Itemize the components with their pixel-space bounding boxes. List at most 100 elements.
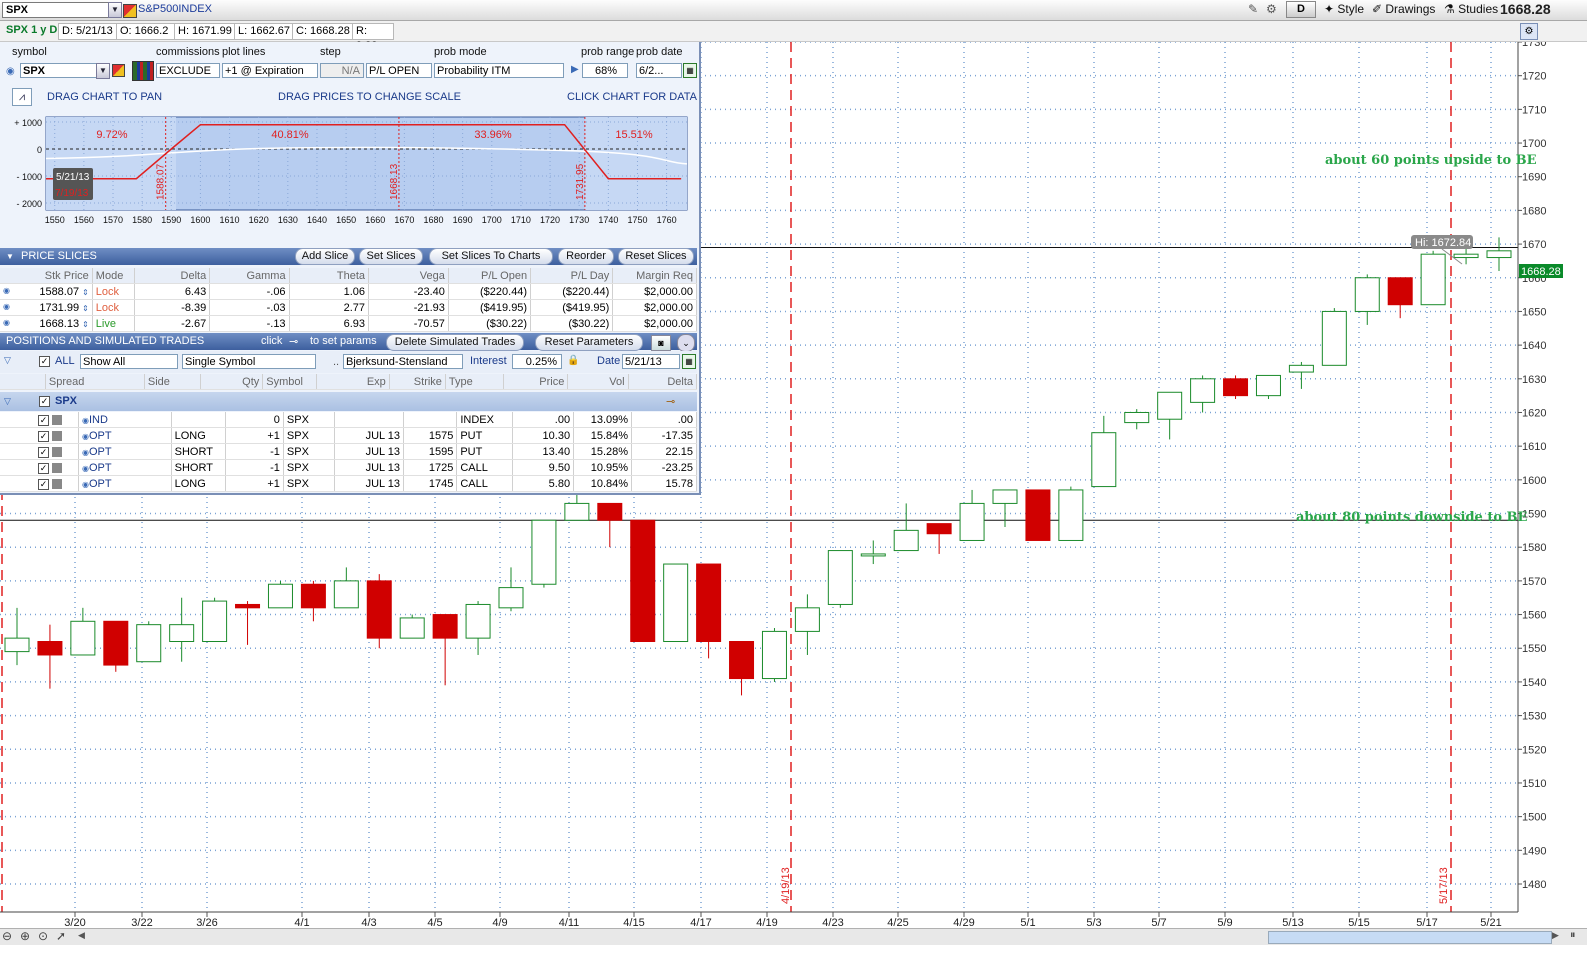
grid-icon[interactable] xyxy=(132,61,154,81)
slice-radio-icon[interactable]: ◉ xyxy=(3,302,10,311)
spread-radio-icon[interactable]: ◉ xyxy=(82,416,89,425)
position-controls[interactable]: ✓ xyxy=(0,412,79,428)
interest-input[interactable]: 0.25% xyxy=(512,354,562,369)
position-checkbox[interactable]: ✓ xyxy=(38,478,49,490)
slice-row[interactable]: ◉ 1668.13 ⇕ Live -2.67 -.13 6.93 -70.57 ($30.22)… xyxy=(0,315,697,332)
group-row[interactable]: ▽ ✓ SPX ⊸ xyxy=(0,392,697,411)
cursor-icon[interactable]: ➚ xyxy=(56,929,66,943)
expand-icon[interactable]: ⌄ xyxy=(677,334,695,352)
add-slice-button[interactable]: Add Slice xyxy=(295,248,355,265)
position-checkbox[interactable]: ✓ xyxy=(38,430,49,442)
radio-icon[interactable]: ◉ xyxy=(6,66,15,77)
slice-row[interactable]: ◉ 1731.99 ⇕ Lock -8.39 -.03 2.77 -21.93 ($419.95… xyxy=(0,299,697,316)
risk-profile-chart[interactable]: + 1000 0 - 1000 - 2000 1550 1560 1570 1580 1590… xyxy=(0,112,699,230)
slice-row[interactable]: ◉ 1588.07 ⇕ Lock 6.43 -.06 1.06 -23.40 ($220.44)… xyxy=(0,283,697,300)
prob-mode-select[interactable]: Probability ITM xyxy=(434,63,564,78)
wrench-icon[interactable]: ⚙ xyxy=(1266,2,1282,16)
position-cell[interactable]: ◉IND xyxy=(78,412,172,428)
position-row[interactable]: ✓ ◉IND 0 SPX INDEX .00 13.09% .00 xyxy=(0,412,697,428)
scrollbar-thumb[interactable] xyxy=(1268,931,1552,944)
zoom-fit-icon[interactable]: ⊙ xyxy=(38,929,48,943)
slice-spinner-icon[interactable]: ⇕ xyxy=(82,320,89,329)
calendar-icon[interactable]: ▦ xyxy=(683,63,697,78)
spread-radio-icon[interactable]: ◉ xyxy=(82,432,89,441)
date-input[interactable]: 5/21/13 xyxy=(622,354,680,369)
position-color-icon[interactable] xyxy=(52,446,63,457)
symbol-dropdown-icon[interactable]: ▼ xyxy=(108,2,122,18)
position-row[interactable]: ✓ ◉OPT LONG +1 SPX JUL 13 1745 CALL 5.80 10.84% 1… xyxy=(0,475,697,492)
params-icon[interactable]: ⊸ xyxy=(289,335,298,348)
reset-parameters-button[interactable]: Reset Parameters xyxy=(535,334,643,351)
link-icon[interactable] xyxy=(112,64,125,77)
pin-icon[interactable]: ✎ xyxy=(1248,2,1264,16)
position-row[interactable]: ✓ ◉OPT LONG +1 SPX JUL 13 1575 PUT 10.30 15.84% -… xyxy=(0,427,697,444)
spread-radio-icon[interactable]: ◉ xyxy=(82,448,89,457)
position-checkbox[interactable]: ✓ xyxy=(38,414,49,426)
zoom-out-icon[interactable]: ⊖ xyxy=(2,929,12,943)
position-checkbox[interactable]: ✓ xyxy=(38,462,49,474)
spread-radio-icon[interactable]: ◉ xyxy=(82,464,89,473)
slice-radio-icon[interactable]: ◉ xyxy=(3,286,10,295)
pl-mode-select[interactable]: P/L OPEN xyxy=(366,63,432,78)
step-input[interactable]: N/A xyxy=(320,63,364,78)
prob-date-input[interactable]: 6/2... xyxy=(636,63,682,78)
filter-collapse-icon[interactable]: ▽ xyxy=(4,355,11,366)
slice-price-cell[interactable]: ◉ 1588.07 ⇕ xyxy=(0,283,93,300)
position-controls[interactable]: ✓ xyxy=(0,443,79,460)
prob-range-input[interactable]: 68% xyxy=(582,63,628,78)
play-icon[interactable]: ▶ xyxy=(571,64,579,75)
position-cell[interactable]: ◉OPT xyxy=(78,459,172,476)
reorder-button[interactable]: Reorder xyxy=(558,248,614,265)
position-row[interactable]: ✓ ◉OPT SHORT -1 SPX JUL 13 1595 PUT 13.40 15.28%… xyxy=(0,443,697,460)
slice-mode-cell[interactable]: Lock xyxy=(92,283,135,300)
style-button[interactable]: ✦ Style xyxy=(1320,1,1368,17)
collapse-icon[interactable]: ▼ xyxy=(6,252,14,261)
position-checkbox[interactable]: ✓ xyxy=(38,446,49,458)
slice-spinner-icon[interactable]: ⇕ xyxy=(82,288,89,297)
chart-mode-icon[interactable]: ⩘ xyxy=(12,88,32,106)
spread-radio-icon[interactable]: ◉ xyxy=(82,480,89,489)
group-collapse-icon[interactable]: ▽ xyxy=(4,396,11,407)
group-checkbox[interactable]: ✓ xyxy=(39,396,50,407)
reset-slices-button[interactable]: Reset Slices xyxy=(618,248,694,265)
commissions-select[interactable]: EXCLUDE xyxy=(156,63,220,78)
show-filter-select[interactable]: Show All xyxy=(80,354,178,369)
position-color-icon[interactable] xyxy=(52,462,63,473)
scroll-left-icon[interactable]: ◀ xyxy=(78,930,85,941)
position-color-icon[interactable] xyxy=(52,430,63,441)
settings-icon[interactable]: ⚙ xyxy=(1520,23,1538,40)
price-axis[interactable]: 1480 1490 1500 1510 1520 1530 1540 1550 1560 1570… xyxy=(1517,42,1546,912)
lock-icon[interactable]: 🔒 xyxy=(567,355,579,366)
date-axis[interactable]: 3/20 3/22 3/26 4/1 4/3 4/5 4/9 4/11 4/15 4/17 4/19… xyxy=(0,911,1518,929)
position-row[interactable]: ✓ ◉OPT SHORT -1 SPX JUL 13 1725 CALL 9.50 10.95%… xyxy=(0,459,697,476)
position-cell[interactable]: ◉OPT xyxy=(78,443,172,460)
analyzer-symbol-input[interactable]: SPX xyxy=(20,63,98,78)
scroll-right-icon[interactable]: ▶ xyxy=(1552,930,1559,941)
slice-radio-icon[interactable]: ◉ xyxy=(3,318,10,327)
position-cell[interactable]: ◉OPT xyxy=(78,475,172,492)
period-button[interactable]: D xyxy=(1286,1,1316,18)
position-controls[interactable]: ✓ xyxy=(0,459,79,476)
analyzer-symbol-dropdown-icon[interactable]: ▼ xyxy=(96,63,110,79)
position-color-icon[interactable] xyxy=(52,414,63,425)
slice-spinner-icon[interactable]: ⇕ xyxy=(82,304,89,313)
model-select[interactable]: Bjerksund-Stensland xyxy=(343,354,463,369)
studies-button[interactable]: ⚗ Studies xyxy=(1440,1,1502,17)
plot-lines-select[interactable]: +1 @ Expiration xyxy=(222,63,318,78)
all-checkbox[interactable]: ✓ xyxy=(39,356,50,367)
position-color-icon[interactable] xyxy=(52,478,63,489)
symbol-link-icon[interactable] xyxy=(123,4,137,18)
position-controls[interactable]: ✓ xyxy=(0,475,79,492)
slice-mode-cell[interactable]: Lock xyxy=(92,299,135,316)
symbol-input[interactable]: SPX xyxy=(2,2,113,18)
delete-simulated-trades-button[interactable]: Delete Simulated Trades xyxy=(386,334,524,351)
position-controls[interactable]: ✓ xyxy=(0,427,79,444)
symbol-mode-select[interactable]: Single Symbol xyxy=(182,354,316,369)
position-cell[interactable]: ◉OPT xyxy=(78,427,172,444)
pause-icon[interactable]: ⏸ xyxy=(1570,929,1576,942)
set-slices-to-charts-button[interactable]: Set Slices To Charts xyxy=(429,248,553,265)
group-params-icon[interactable]: ⊸ xyxy=(666,395,675,408)
date-calendar-icon[interactable]: ▦ xyxy=(682,354,696,369)
set-slices-button[interactable]: Set Slices xyxy=(359,248,423,265)
camera-icon[interactable]: ◙ xyxy=(651,335,671,351)
